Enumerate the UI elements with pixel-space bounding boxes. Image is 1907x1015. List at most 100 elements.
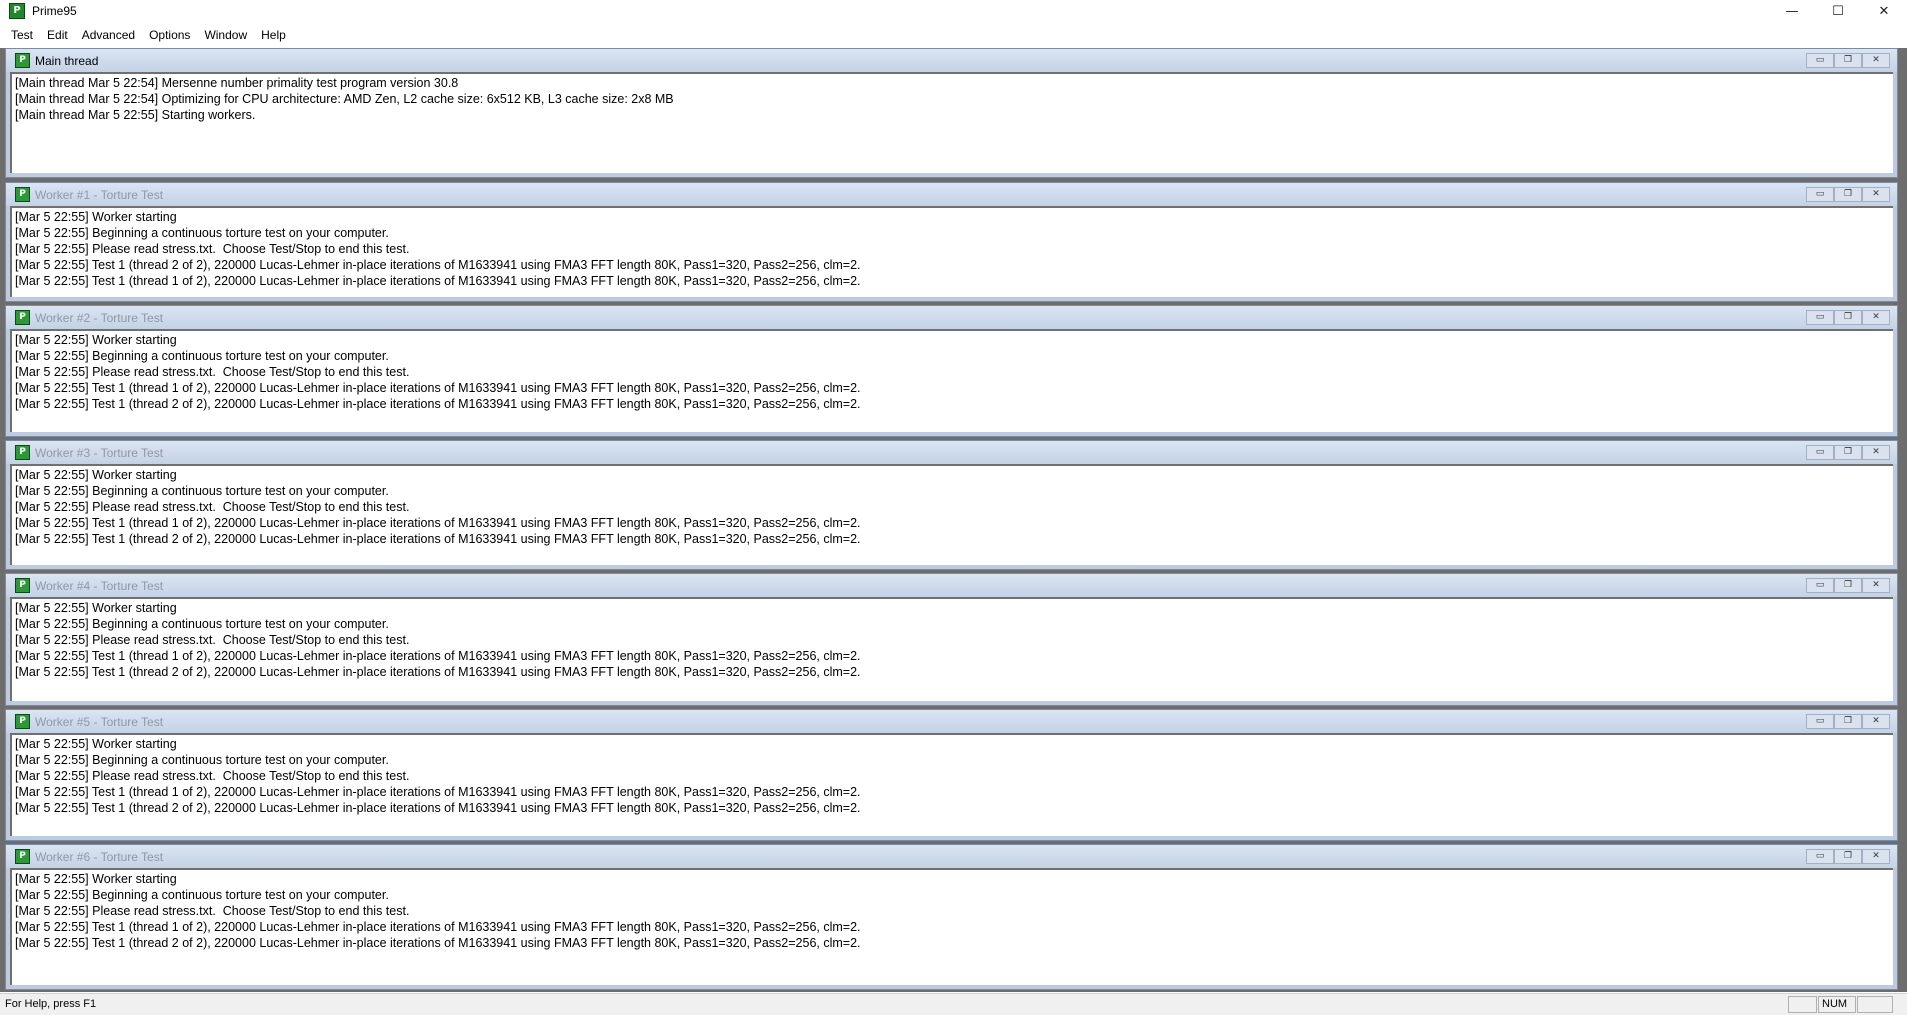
child-titlebar[interactable]: P Worker #3 - Torture Test ▭ ❐ ✕ xyxy=(6,441,1897,464)
log-line: [Mar 5 22:55] Beginning a continuous tor… xyxy=(15,349,389,363)
worker-1-window[interactable]: P Worker #1 - Torture Test ▭ ❐ ✕ [Mar 5 … xyxy=(5,182,1898,302)
child-restore-button[interactable]: ❐ xyxy=(1834,578,1862,593)
log-line: [Main thread Mar 5 22:55] Starting worke… xyxy=(15,108,256,122)
log-line: [Mar 5 22:55] Beginning a continuous tor… xyxy=(15,753,389,767)
child-close-button[interactable]: ✕ xyxy=(1862,53,1890,68)
child-window-title: Worker #4 - Torture Test xyxy=(35,579,164,593)
log-line: [Mar 5 22:55] Test 1 (thread 2 of 2), 22… xyxy=(15,801,861,815)
child-window-title: Worker #5 - Torture Test xyxy=(35,715,164,729)
child-minimize-button[interactable]: ▭ xyxy=(1806,849,1834,864)
child-close-button[interactable]: ✕ xyxy=(1862,445,1890,460)
log-output[interactable]: [Main thread Mar 5 22:54] Mersenne numbe… xyxy=(10,72,1893,173)
worker-5-window[interactable]: P Worker #5 - Torture Test ▭ ❐ ✕ [Mar 5 … xyxy=(5,709,1898,841)
window-maximize-button[interactable]: ☐ xyxy=(1815,0,1861,22)
log-line: [Mar 5 22:55] Beginning a continuous tor… xyxy=(15,226,389,240)
app-title: Prime95 xyxy=(32,4,77,18)
child-close-button[interactable]: ✕ xyxy=(1862,849,1890,864)
prime95-window-icon: P xyxy=(15,849,30,864)
prime95-app-icon: P xyxy=(9,3,25,19)
log-line: [Main thread Mar 5 22:54] Mersenne numbe… xyxy=(15,76,459,90)
worker-3-window[interactable]: P Worker #3 - Torture Test ▭ ❐ ✕ [Mar 5 … xyxy=(5,440,1898,570)
log-line: [Mar 5 22:55] Please read stress.txt. Ch… xyxy=(15,769,410,783)
log-line: [Mar 5 22:55] Worker starting xyxy=(15,210,177,224)
worker-4-window[interactable]: P Worker #4 - Torture Test ▭ ❐ ✕ [Mar 5 … xyxy=(5,573,1898,706)
child-restore-button[interactable]: ❐ xyxy=(1834,53,1862,68)
app-titlebar[interactable]: P Prime95 — ☐ ✕ xyxy=(0,0,1907,22)
log-line: [Mar 5 22:55] Worker starting xyxy=(15,872,177,886)
child-titlebar[interactable]: P Worker #5 - Torture Test ▭ ❐ ✕ xyxy=(6,710,1897,733)
child-restore-button[interactable]: ❐ xyxy=(1834,714,1862,729)
menu-bar: Test Edit Advanced Options Window Help xyxy=(0,24,1907,46)
log-line: [Mar 5 22:55] Test 1 (thread 1 of 2), 22… xyxy=(15,516,861,530)
log-line: [Mar 5 22:55] Test 1 (thread 1 of 2), 22… xyxy=(15,381,861,395)
menu-options[interactable]: Options xyxy=(142,24,197,46)
menu-test[interactable]: Test xyxy=(0,24,40,46)
child-restore-button[interactable]: ❐ xyxy=(1834,187,1862,202)
log-output[interactable]: [Mar 5 22:55] Worker starting [Mar 5 22:… xyxy=(10,868,1893,985)
child-window-title: Worker #6 - Torture Test xyxy=(35,850,164,864)
child-titlebar[interactable]: P Main thread ▭ ❐ ✕ xyxy=(6,49,1897,72)
prime95-window-icon: P xyxy=(15,53,30,68)
log-line: [Mar 5 22:55] Test 1 (thread 2 of 2), 22… xyxy=(15,397,861,411)
prime95-window-icon: P xyxy=(15,310,30,325)
child-minimize-button[interactable]: ▭ xyxy=(1806,53,1834,68)
log-line: [Mar 5 22:55] Beginning a continuous tor… xyxy=(15,617,389,631)
log-line: [Mar 5 22:55] Worker starting xyxy=(15,468,177,482)
prime95-window-icon: P xyxy=(15,714,30,729)
child-minimize-button[interactable]: ▭ xyxy=(1806,578,1834,593)
status-bar: For Help, press F1 NUM xyxy=(0,993,1907,1015)
worker-6-window[interactable]: P Worker #6 - Torture Test ▭ ❐ ✕ [Mar 5 … xyxy=(5,844,1898,990)
child-minimize-button[interactable]: ▭ xyxy=(1806,714,1834,729)
child-close-button[interactable]: ✕ xyxy=(1862,714,1890,729)
log-output[interactable]: [Mar 5 22:55] Worker starting [Mar 5 22:… xyxy=(10,464,1893,565)
child-close-button[interactable]: ✕ xyxy=(1862,187,1890,202)
log-line: [Mar 5 22:55] Worker starting xyxy=(15,737,177,751)
status-pane-empty xyxy=(1788,996,1817,1013)
log-line: [Mar 5 22:55] Worker starting xyxy=(15,333,177,347)
child-window-title: Worker #3 - Torture Test xyxy=(35,446,164,460)
child-titlebar[interactable]: P Worker #6 - Torture Test ▭ ❐ ✕ xyxy=(6,845,1897,868)
log-line: [Mar 5 22:55] Test 1 (thread 1 of 2), 22… xyxy=(15,785,861,799)
menu-edit[interactable]: Edit xyxy=(40,24,75,46)
child-restore-button[interactable]: ❐ xyxy=(1834,310,1862,325)
log-line: [Mar 5 22:55] Please read stress.txt. Ch… xyxy=(15,242,410,256)
menu-help[interactable]: Help xyxy=(254,24,293,46)
mdi-client-area: P Main thread ▭ ❐ ✕ [Main thread Mar 5 2… xyxy=(0,48,1907,992)
log-line: [Mar 5 22:55] Please read stress.txt. Ch… xyxy=(15,633,410,647)
prime95-window-icon: P xyxy=(15,445,30,460)
log-output[interactable]: [Mar 5 22:55] Worker starting [Mar 5 22:… xyxy=(10,733,1893,836)
status-num-lock: NUM xyxy=(1818,996,1856,1013)
window-minimize-button[interactable]: — xyxy=(1769,0,1815,22)
log-line: [Mar 5 22:55] Test 1 (thread 1 of 2), 22… xyxy=(15,920,861,934)
child-close-button[interactable]: ✕ xyxy=(1862,310,1890,325)
child-window-title: Worker #2 - Torture Test xyxy=(35,311,164,325)
child-titlebar[interactable]: P Worker #1 - Torture Test ▭ ❐ ✕ xyxy=(6,183,1897,206)
log-output[interactable]: [Mar 5 22:55] Worker starting [Mar 5 22:… xyxy=(10,329,1893,432)
log-line: [Mar 5 22:55] Test 1 (thread 2 of 2), 22… xyxy=(15,936,861,950)
child-close-button[interactable]: ✕ xyxy=(1862,578,1890,593)
log-line: [Mar 5 22:55] Please read stress.txt. Ch… xyxy=(15,500,410,514)
worker-2-window[interactable]: P Worker #2 - Torture Test ▭ ❐ ✕ [Mar 5 … xyxy=(5,305,1898,437)
child-titlebar[interactable]: P Worker #2 - Torture Test ▭ ❐ ✕ xyxy=(6,306,1897,329)
child-minimize-button[interactable]: ▭ xyxy=(1806,445,1834,460)
child-restore-button[interactable]: ❐ xyxy=(1834,445,1862,460)
log-line: [Mar 5 22:55] Test 1 (thread 1 of 2), 22… xyxy=(15,649,861,663)
status-pane-scroll xyxy=(1857,996,1893,1013)
child-minimize-button[interactable]: ▭ xyxy=(1806,310,1834,325)
log-line: [Mar 5 22:55] Worker starting xyxy=(15,601,177,615)
window-close-button[interactable]: ✕ xyxy=(1861,0,1907,22)
log-output[interactable]: [Mar 5 22:55] Worker starting [Mar 5 22:… xyxy=(10,206,1893,297)
log-line: [Mar 5 22:55] Test 1 (thread 2 of 2), 22… xyxy=(15,532,861,546)
child-minimize-button[interactable]: ▭ xyxy=(1806,187,1834,202)
main-thread-window[interactable]: P Main thread ▭ ❐ ✕ [Main thread Mar 5 2… xyxy=(5,48,1898,178)
log-line: [Main thread Mar 5 22:54] Optimizing for… xyxy=(15,92,674,106)
prime95-window-icon: P xyxy=(15,187,30,202)
child-window-title: Worker #1 - Torture Test xyxy=(35,188,164,202)
child-restore-button[interactable]: ❐ xyxy=(1834,849,1862,864)
menu-window[interactable]: Window xyxy=(197,24,254,46)
child-titlebar[interactable]: P Worker #4 - Torture Test ▭ ❐ ✕ xyxy=(6,574,1897,597)
log-line: [Mar 5 22:55] Test 1 (thread 2 of 2), 22… xyxy=(15,258,861,272)
log-output[interactable]: [Mar 5 22:55] Worker starting [Mar 5 22:… xyxy=(10,597,1893,701)
log-line: [Mar 5 22:55] Beginning a continuous tor… xyxy=(15,888,389,902)
menu-advanced[interactable]: Advanced xyxy=(75,24,142,46)
